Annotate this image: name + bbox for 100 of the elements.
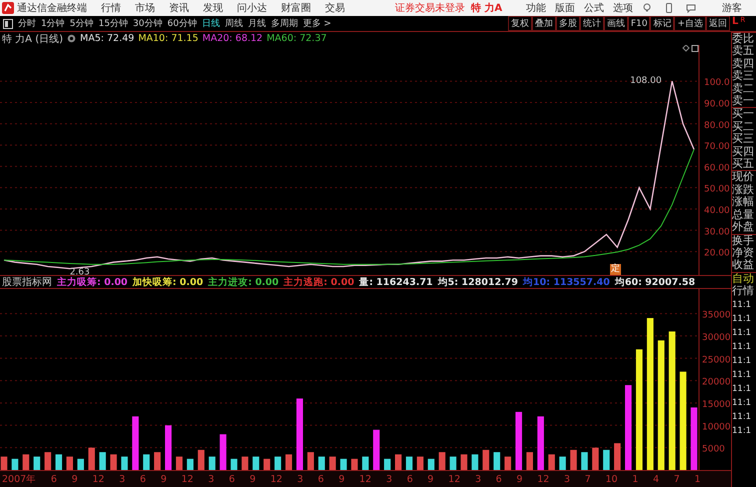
menu-item[interactable]: 选项 xyxy=(613,1,633,15)
menu-item[interactable]: 问小达 xyxy=(237,1,267,15)
volume-bar xyxy=(526,452,533,470)
chart-title: 特 力A (日线) xyxy=(2,32,64,46)
axis-label: 12 xyxy=(92,474,104,484)
volume-bar xyxy=(264,458,270,470)
tool-button[interactable]: 多股 xyxy=(556,16,580,31)
volume-bar xyxy=(406,456,413,470)
chat-icon[interactable] xyxy=(686,3,696,13)
menu-item[interactable]: 资讯 xyxy=(169,1,189,15)
axis-label: 1 xyxy=(694,474,701,484)
tool-button[interactable]: 统计 xyxy=(580,16,604,31)
tool-button[interactable]: 返回 xyxy=(706,16,730,31)
square-icon[interactable] xyxy=(692,45,698,52)
menu-item[interactable]: 市场 xyxy=(135,1,155,15)
axis-label: 9 xyxy=(160,474,167,484)
axis-label: 9 xyxy=(72,474,78,484)
tool-button[interactable]: 标记 xyxy=(650,16,674,31)
axis-label: 3 xyxy=(119,474,126,484)
period-tab[interactable]: 分时 xyxy=(18,17,36,30)
lightbulb-icon[interactable] xyxy=(642,3,652,13)
volume-bar xyxy=(438,452,446,470)
volume-bar xyxy=(351,458,358,470)
indicator-value: 加快吸筹: 0.00 xyxy=(132,276,204,288)
moving-average-value: MA20: 68.12 xyxy=(202,33,263,44)
axis-label: 60.00 xyxy=(704,163,730,174)
axis-label: 12 xyxy=(270,474,282,484)
tick-time: 11:1 xyxy=(732,410,752,424)
period-tab[interactable]: 更多 > xyxy=(302,17,332,30)
volume-bar xyxy=(362,456,369,470)
volume-bar xyxy=(88,448,95,470)
period-tab[interactable]: 周线 xyxy=(224,17,243,30)
axis-label: 4 xyxy=(653,474,660,484)
quote-label: 卖二 xyxy=(732,82,755,95)
price-annotation: 2.63 xyxy=(70,268,90,275)
stock-name: 特 力A xyxy=(471,2,502,15)
settings-icon[interactable] xyxy=(67,34,76,43)
tick-time: 11:1 xyxy=(732,326,752,340)
tool-button[interactable]: +自选 xyxy=(674,16,706,31)
volume-bar xyxy=(307,452,314,470)
login-notice[interactable]: 证券交易未登录 xyxy=(395,1,465,15)
period-tab[interactable]: 5分钟 xyxy=(70,17,94,30)
axis-label: 9 xyxy=(516,474,523,484)
phone-icon[interactable] xyxy=(664,3,674,13)
diamond-icon[interactable] xyxy=(682,45,690,52)
axis-label: 25000 xyxy=(702,355,731,366)
volume-bar xyxy=(252,456,260,470)
quote-label: 卖三 xyxy=(732,70,755,83)
tool-button[interactable]: 叠加 xyxy=(532,16,556,31)
menu-item[interactable]: 财富圈 xyxy=(281,1,311,15)
tool-button[interactable]: 画线 xyxy=(604,16,628,31)
volume-bar xyxy=(614,443,621,470)
auto-label[interactable]: 自动 xyxy=(732,272,756,286)
axis-label: 7 xyxy=(584,474,591,484)
volume-bar xyxy=(274,456,282,470)
menu-item[interactable]: 版面 xyxy=(555,1,575,15)
axis-label: 6 xyxy=(496,474,502,484)
quote-label: 买二 xyxy=(732,120,755,133)
quote-label: 净资 xyxy=(732,246,755,259)
axis-label: 12 xyxy=(359,474,372,484)
app-name: 通达信金融终端 xyxy=(17,2,87,15)
menu-item[interactable]: 公式 xyxy=(584,1,604,15)
period-tab[interactable]: 多周期 xyxy=(270,17,298,30)
menu-item[interactable]: 行情 xyxy=(101,1,121,15)
tool-button[interactable]: 复权 xyxy=(508,16,532,31)
quote-label: 涨跌 xyxy=(732,184,755,196)
tick-time: 11:1 xyxy=(732,298,752,312)
axis-label: 3 xyxy=(208,474,214,484)
axis-label: 6 xyxy=(406,474,413,484)
user-name[interactable]: 游客 xyxy=(722,1,742,15)
indicator-value: 均60: 92007.58 xyxy=(614,276,696,288)
axis-label: 2007年 xyxy=(2,472,36,486)
period-tab[interactable]: 月线 xyxy=(248,17,266,30)
volume-bar xyxy=(22,454,30,470)
tool-button[interactable]: F10 xyxy=(628,16,650,31)
volume-bar xyxy=(296,398,303,470)
quote-label: 现价 xyxy=(732,170,756,184)
axis-label: 50.00 xyxy=(704,184,730,195)
period-tab[interactable]: 30分钟 xyxy=(132,17,162,30)
indicator-value: 主力进攻: 0.00 xyxy=(208,276,279,288)
volume-bar xyxy=(559,456,566,470)
period-tab[interactable]: 15分钟 xyxy=(98,17,128,30)
period-tab[interactable]: 60分钟 xyxy=(167,17,197,30)
axis-label: 12 xyxy=(448,474,460,484)
indicator-name: 股票指标网 xyxy=(2,276,52,289)
menu-item[interactable]: 交易 xyxy=(325,1,345,15)
panel-toggle-icon[interactable] xyxy=(3,18,13,28)
event-marker[interactable]: 定 xyxy=(610,264,621,275)
menu-item[interactable]: 发现 xyxy=(203,1,223,15)
menu-item[interactable]: 功能 xyxy=(526,1,546,15)
volume-bar xyxy=(340,458,347,470)
volume-bar xyxy=(472,454,478,470)
tick-time: 11:1 xyxy=(732,368,752,382)
period-tab[interactable]: 1分钟 xyxy=(41,17,65,30)
quote-label: 卖一 xyxy=(732,95,755,108)
volume-bar xyxy=(384,458,391,470)
quote-label: 总量 xyxy=(732,208,755,221)
period-tab[interactable]: 日线 xyxy=(202,17,220,30)
volume-bar xyxy=(537,416,544,470)
axis-label: 3 xyxy=(564,474,570,484)
